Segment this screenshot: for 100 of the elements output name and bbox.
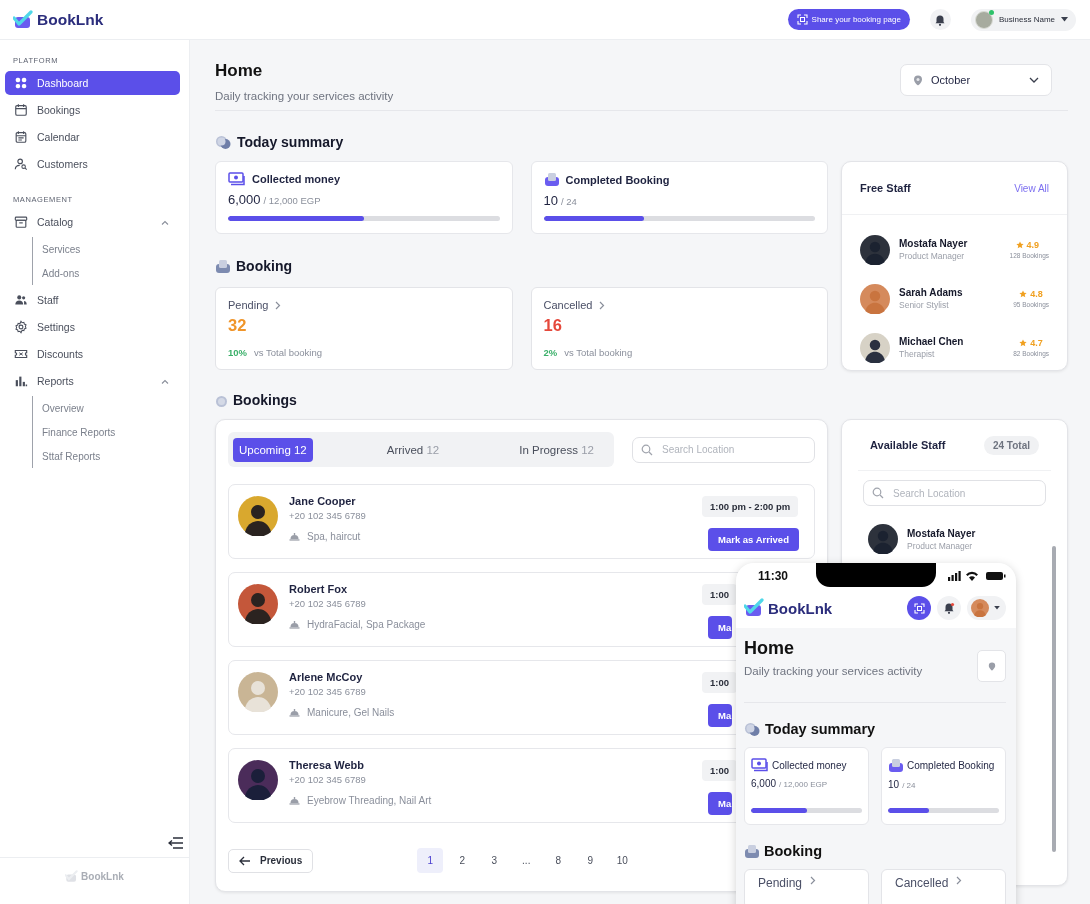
coins-icon xyxy=(215,134,232,150)
stat-value: 16 xyxy=(543,316,563,335)
previous-button[interactable]: Previous xyxy=(228,848,314,873)
notification-button[interactable] xyxy=(929,9,951,30)
nav-item[interactable]: Discounts xyxy=(5,342,180,366)
arrow-left-icon xyxy=(239,855,251,866)
page-button[interactable]: 2 xyxy=(449,848,476,873)
nav-item[interactable]: Customers xyxy=(5,152,180,176)
nav-subitem[interactable]: Finance Reports xyxy=(42,420,180,444)
mark-arrived-button[interactable]: Ma xyxy=(708,792,733,815)
logo-icon xyxy=(744,598,764,618)
staff-role: Therapist xyxy=(899,349,936,359)
scrollbar[interactable] xyxy=(1052,546,1056,852)
qr-icon xyxy=(796,14,808,25)
location-button[interactable] xyxy=(977,650,1006,682)
coins-icon xyxy=(744,721,761,737)
staff-name: Michael Chen xyxy=(899,336,965,347)
mark-arrived-button[interactable]: Ma xyxy=(708,616,733,639)
nav-item[interactable]: Settings xyxy=(5,315,180,339)
avatar xyxy=(971,599,989,617)
nav-item[interactable]: Dashboard xyxy=(5,71,180,95)
avatar xyxy=(860,234,890,265)
account-menu[interactable] xyxy=(967,596,1006,620)
staff-name: Mostafa Nayer xyxy=(907,527,977,539)
chevron-right-icon xyxy=(810,876,817,885)
month-dropdown[interactable]: October xyxy=(900,64,1052,96)
status-time: 11:30 xyxy=(758,568,789,583)
page-subtitle: Daily tracking your services activity xyxy=(215,90,394,102)
change-label: vs Total booking xyxy=(564,347,633,358)
nav-item[interactable]: Reports xyxy=(5,369,180,393)
avatar xyxy=(860,283,890,314)
bell-icon xyxy=(934,13,947,26)
customer-name: Jane Cooper xyxy=(289,495,357,507)
tab[interactable]: Arrived 12 xyxy=(380,437,446,462)
ticket-icon xyxy=(14,347,28,361)
mark-arrived-button[interactable]: Ma xyxy=(708,704,733,727)
page-button[interactable]: ... xyxy=(513,848,540,873)
service-bell-icon xyxy=(289,532,300,541)
nav-subitem[interactable]: Services xyxy=(42,237,180,261)
total-badge: 24 Total xyxy=(983,435,1039,455)
notification-button[interactable] xyxy=(937,596,961,620)
avatar xyxy=(238,496,278,536)
account-name: Business Name xyxy=(998,15,1055,24)
tab[interactable]: Upcoming 12 xyxy=(233,437,313,462)
nav-subitem[interactable]: Sttaf Reports xyxy=(42,444,180,468)
share-button[interactable] xyxy=(907,596,931,620)
archive-icon xyxy=(14,215,28,229)
page-button[interactable]: 8 xyxy=(545,848,572,873)
collapse-icon xyxy=(168,837,184,849)
nav-item[interactable]: Staff xyxy=(5,288,180,312)
search-field[interactable]: Search Location xyxy=(632,436,815,463)
brand-name: BookLnk xyxy=(37,10,104,29)
mark-arrived-button[interactable]: Mark as Arrived xyxy=(708,528,799,551)
search-field[interactable]: Search Location xyxy=(863,480,1046,506)
stat-value: 10 xyxy=(543,193,558,208)
service-list: Spa, haircut xyxy=(307,531,361,542)
share-button[interactable]: Share your booking page xyxy=(787,9,910,30)
section-heading: Today summary xyxy=(215,133,828,151)
stat-value: 6,000 xyxy=(228,192,261,207)
avatar xyxy=(868,524,898,554)
nav-item[interactable]: Catalog xyxy=(5,210,180,234)
page-button[interactable]: 1 xyxy=(417,848,444,873)
bar-chart-icon xyxy=(14,374,28,388)
booking-stat-card[interactable]: Pending xyxy=(744,869,869,904)
page-button[interactable]: 3 xyxy=(481,848,508,873)
section-heading: Today summary xyxy=(744,721,1006,737)
view-all-link[interactable]: View All xyxy=(1014,182,1049,194)
qr-icon xyxy=(913,602,925,614)
stat-label: Pending xyxy=(228,299,269,311)
chevron-right-icon xyxy=(275,300,282,310)
booking-stat-card[interactable]: Cancelled xyxy=(881,869,1006,904)
settings-icon xyxy=(14,320,28,334)
bell-icon xyxy=(943,602,955,614)
stat-label: Cancelled xyxy=(543,299,593,311)
section-heading: Booking xyxy=(215,257,828,275)
avatar xyxy=(238,760,278,800)
collapse-sidebar-button[interactable] xyxy=(168,837,184,849)
stat-label: Pending xyxy=(758,876,803,890)
page-button[interactable]: 9 xyxy=(577,848,604,873)
customer-phone: +20 102 345 6789 xyxy=(289,598,367,609)
nav-subitem[interactable]: Overview xyxy=(42,396,180,420)
avatar xyxy=(860,332,890,363)
stat-label: Collected money xyxy=(772,759,847,771)
time-badge: 1:00 xyxy=(702,672,737,693)
service-list: HydraFacial, Spa Package xyxy=(307,619,426,630)
chevron-icon xyxy=(1029,77,1039,83)
nav-subitem[interactable]: Add-ons xyxy=(42,261,180,285)
account-menu[interactable]: Business Name xyxy=(970,8,1076,31)
page-button[interactable]: 10 xyxy=(609,848,636,873)
customer-name: Robert Fox xyxy=(289,583,349,595)
booking-stat-card[interactable]: Cancelled 16 2% vs Total booking xyxy=(530,287,828,370)
tab[interactable]: In Progress 12 xyxy=(513,437,600,462)
booking-stat-card[interactable]: Pending 32 10% vs Total booking xyxy=(215,287,513,370)
logo-icon xyxy=(13,9,33,30)
nav-item[interactable]: Calendar xyxy=(5,125,180,149)
card-title: Available Staff xyxy=(870,439,946,451)
time-badge: 1:00 pm - 2:00 pm xyxy=(702,496,799,517)
nav-item[interactable]: Bookings xyxy=(5,98,180,122)
section-heading: Booking xyxy=(744,843,1006,859)
brand-name: BookLnk xyxy=(768,599,833,617)
